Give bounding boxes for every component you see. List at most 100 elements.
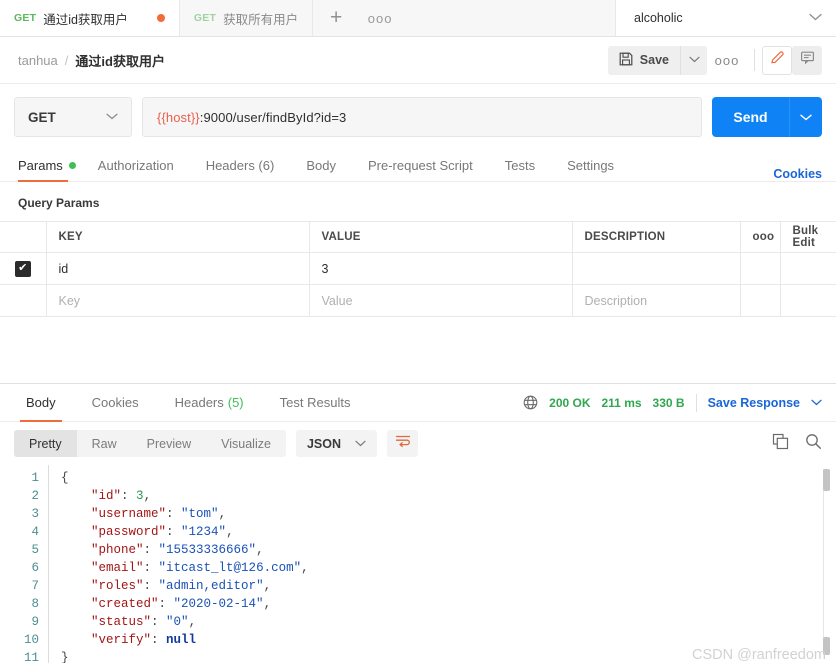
response-time: 211 ms (601, 395, 642, 410)
header-key: KEY (46, 221, 310, 253)
new-value-input[interactable]: Value (309, 284, 573, 317)
cookies-link[interactable]: Cookies (773, 167, 822, 181)
request-section-tabs: Params Authorization Headers (6) Body Pr… (0, 150, 836, 182)
edit-request-button[interactable] (762, 45, 792, 75)
response-scrollbar[interactable] (823, 469, 830, 655)
code-token: : (143, 543, 159, 557)
new-description-input[interactable]: Description (572, 284, 741, 317)
tab-params[interactable]: Params (18, 149, 76, 182)
search-icon[interactable] (805, 433, 822, 455)
scrollbar-thumb-top[interactable] (823, 469, 830, 491)
row-checkbox-cell-empty[interactable] (0, 284, 47, 317)
response-tab-headers-label: Headers (174, 395, 224, 410)
tab-authorization[interactable]: Authorization (98, 149, 188, 181)
panel-gap (0, 317, 836, 383)
request-tab-bar: GET 通过id获取用户 GET 获取所有用户 + ooo alcoholic (0, 0, 836, 37)
row-key-input[interactable]: id (46, 252, 310, 285)
action-divider (754, 49, 755, 71)
url-row: GET {{host}}:9000/user/findById?id=3 Sen… (0, 84, 836, 150)
tab-settings[interactable]: Settings (567, 149, 628, 181)
view-mode-pretty[interactable]: Pretty (14, 430, 77, 457)
tab-params-label: Params (18, 157, 63, 173)
chevron-down-icon (688, 54, 700, 66)
chevron-down-icon (106, 111, 118, 123)
code-token: : (121, 489, 137, 503)
table-row[interactable]: Key Value Description (0, 284, 836, 317)
response-tab-headers[interactable]: Headers (5) (169, 384, 250, 422)
url-input[interactable]: {{host}}:9000/user/findById?id=3 (142, 97, 702, 137)
line-number: 5 (31, 543, 39, 557)
new-key-input[interactable]: Key (46, 284, 310, 317)
code-token: : (158, 597, 174, 611)
code-token: "verify" (91, 633, 152, 647)
code-line: { (61, 469, 836, 487)
table-row[interactable]: ✔ id 3 (0, 252, 836, 285)
row-spacer-bulk (780, 284, 836, 317)
response-meta: 200 OK 211 ms 330 B Save Response (523, 393, 822, 412)
view-mode-visualize[interactable]: Visualize (206, 430, 286, 457)
checkbox-checked-icon[interactable]: ✔ (14, 260, 31, 277)
send-options-button[interactable] (789, 97, 822, 137)
breadcrumb-collection[interactable]: tanhua (18, 53, 58, 68)
response-body-viewer[interactable]: 1 2 3 4 5 6 7 8 9 10 11 { "id": 3, "username": "to… (0, 465, 836, 663)
environment-selector[interactable]: alcoholic (616, 0, 836, 36)
response-size: 330 B (652, 395, 685, 410)
code-token: : (166, 507, 182, 521)
request-tab-1[interactable]: GET 获取所有用户 (179, 0, 314, 36)
tab-options-icon[interactable]: ooo (359, 0, 402, 36)
code-token: "status" (91, 615, 152, 629)
code-line: "username": "tom", (61, 505, 836, 523)
view-mode-preview[interactable]: Preview (132, 430, 206, 457)
tab-tests[interactable]: Tests (505, 149, 549, 181)
tab-pre-request-script[interactable]: Pre-request Script (368, 149, 487, 181)
code-token: } (61, 651, 69, 663)
header-value: VALUE (309, 221, 573, 253)
code-token: null (166, 633, 197, 647)
code-token: "15533336666" (158, 543, 257, 557)
save-button-label: Save (639, 53, 669, 67)
code-token: , (143, 489, 152, 503)
send-button[interactable]: Send (712, 97, 789, 137)
response-format-value: JSON (306, 436, 341, 451)
save-button[interactable]: Save (607, 45, 680, 75)
code-token: , (263, 579, 272, 593)
save-response-button[interactable]: Save Response (708, 396, 800, 410)
bulk-edit-button[interactable]: Bulk Edit (780, 221, 836, 253)
line-number: 6 (31, 561, 39, 575)
word-wrap-button[interactable] (387, 430, 418, 457)
response-tab-body[interactable]: Body (20, 384, 62, 422)
code-token: "id" (91, 489, 122, 503)
watermark: CSDN @ranfreedom (692, 647, 826, 663)
view-mode-raw[interactable]: Raw (77, 430, 132, 457)
comments-button[interactable] (792, 45, 822, 75)
code-token: "tom" (181, 507, 219, 521)
row-checkbox-cell[interactable]: ✔ (0, 252, 47, 285)
code-token: , (263, 597, 272, 611)
request-tab-1-title: 获取所有用户 (223, 12, 299, 27)
floppy-disk-icon (619, 52, 633, 69)
breadcrumb: tanhua / 通过id获取用户 (18, 51, 165, 70)
code-token: "created" (91, 597, 159, 611)
code-token: "admin,editor" (158, 579, 264, 593)
chevron-down-icon[interactable] (811, 397, 822, 409)
line-number: 1 (31, 471, 39, 485)
response-tab-cookies[interactable]: Cookies (86, 384, 145, 422)
row-value-input[interactable]: 3 (309, 252, 573, 285)
tab-body[interactable]: Body (306, 149, 350, 181)
response-format-selector[interactable]: JSON (295, 430, 377, 457)
new-tab-button[interactable]: + (313, 0, 360, 36)
save-options-button[interactable] (680, 45, 707, 75)
response-body-code[interactable]: { "id": 3, "username": "tom", "password"… (49, 465, 836, 663)
code-token: "username" (91, 507, 167, 521)
row-description-input[interactable] (572, 252, 741, 285)
params-more-options-button[interactable]: ooo (740, 221, 781, 253)
line-number: 4 (31, 525, 39, 539)
tab-headers[interactable]: Headers (6) (206, 149, 289, 181)
request-tab-0[interactable]: GET 通过id获取用户 (0, 0, 180, 36)
request-more-options-button[interactable]: ooo (707, 46, 747, 75)
response-tab-test-results[interactable]: Test Results (274, 384, 357, 422)
http-method-selector[interactable]: GET (14, 97, 132, 137)
code-line: "created": "2020-02-14", (61, 595, 836, 613)
code-token: : (151, 615, 167, 629)
copy-icon[interactable] (772, 433, 789, 455)
